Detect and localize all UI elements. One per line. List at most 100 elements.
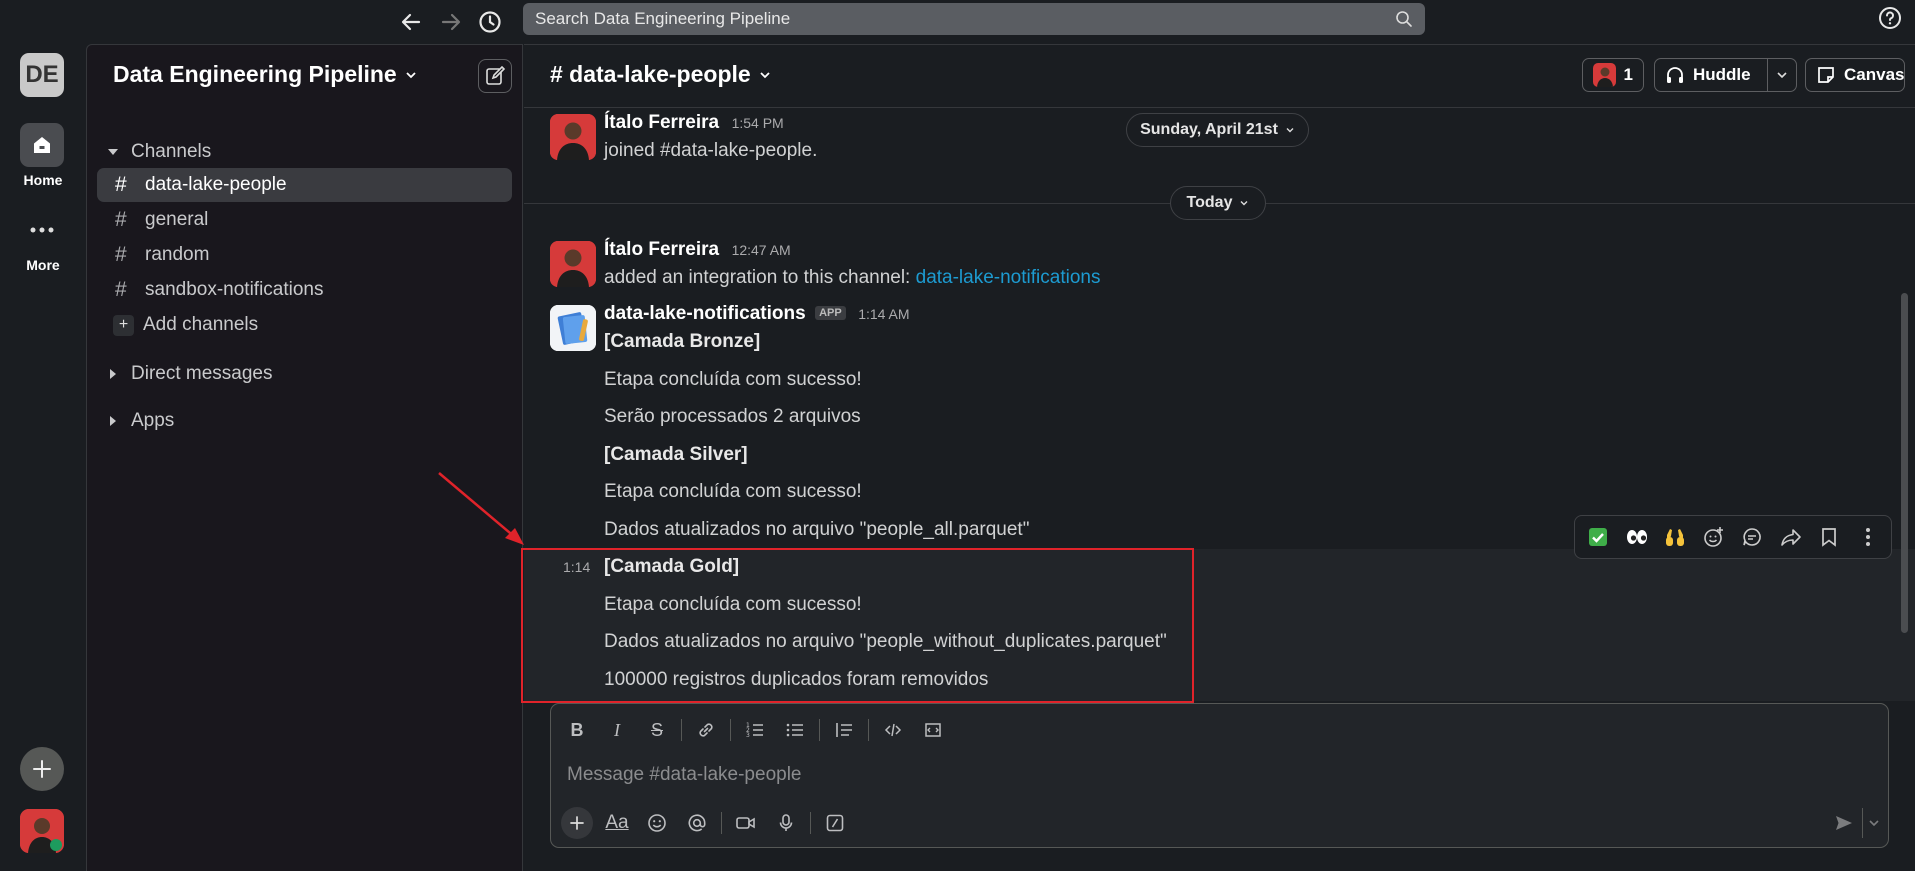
message-timestamp[interactable]: 1:54 PM bbox=[732, 115, 784, 131]
message-header: Ítalo Ferreira 12:47 AM bbox=[604, 239, 791, 261]
slash-command-icon[interactable] bbox=[819, 807, 851, 839]
more-label[interactable]: More bbox=[0, 257, 86, 273]
caret-right-icon bbox=[107, 368, 119, 380]
toolbar-divider bbox=[810, 812, 811, 834]
plus-icon[interactable] bbox=[20, 747, 64, 791]
integration-link[interactable]: data-lake-notifications bbox=[916, 267, 1101, 288]
channel-label: sandbox-notifications bbox=[145, 279, 324, 300]
apps-section-header[interactable]: Apps bbox=[107, 410, 174, 432]
message-author[interactable]: Ítalo Ferreira bbox=[604, 239, 719, 260]
workspace-name-button[interactable]: Data Engineering Pipeline bbox=[113, 61, 417, 88]
canvas-icon bbox=[1816, 65, 1836, 85]
app-avatar[interactable] bbox=[550, 305, 596, 351]
top-bar: Search Data Engineering Pipeline bbox=[0, 0, 1915, 44]
link-icon[interactable] bbox=[690, 714, 722, 746]
message-header: Ítalo Ferreira 1:54 PM bbox=[604, 112, 784, 134]
more-actions-icon[interactable] bbox=[1853, 522, 1883, 552]
code-block-icon[interactable] bbox=[917, 714, 949, 746]
toolbar-divider bbox=[819, 719, 820, 741]
svg-text:3: 3 bbox=[746, 732, 750, 739]
message-line: [Camada Silver] bbox=[604, 444, 748, 465]
blockquote-icon[interactable] bbox=[828, 714, 860, 746]
date-label: Sunday, April 21st bbox=[1140, 121, 1278, 138]
channel-label: data-lake-people bbox=[145, 174, 287, 195]
scrollbar[interactable] bbox=[1901, 293, 1908, 633]
date-divider-pill[interactable]: Sunday, April 21st bbox=[1126, 113, 1309, 147]
eyes-reaction-icon[interactable] bbox=[1622, 522, 1652, 552]
canvas-button[interactable]: Canvas bbox=[1805, 58, 1905, 92]
sidebar-item-random[interactable]: # random bbox=[97, 238, 512, 272]
ordered-list-icon[interactable]: 123 bbox=[739, 714, 771, 746]
members-button[interactable]: 1 bbox=[1582, 58, 1644, 92]
compose-icon[interactable] bbox=[478, 59, 512, 93]
home-label[interactable]: Home bbox=[0, 172, 86, 188]
direct-messages-label: Direct messages bbox=[131, 363, 273, 384]
sidebar-item-data-lake-people[interactable]: # data-lake-people bbox=[97, 168, 512, 202]
message-line: Dados atualizados no arquivo "people_all… bbox=[604, 519, 1030, 540]
sidebar-item-sandbox-notifications[interactable]: # sandbox-notifications bbox=[97, 273, 512, 307]
mention-icon[interactable] bbox=[681, 807, 713, 839]
check-reaction-icon[interactable] bbox=[1583, 522, 1613, 552]
hash-icon: # bbox=[115, 243, 127, 266]
strikethrough-icon[interactable]: S bbox=[641, 714, 673, 746]
bookmark-icon[interactable] bbox=[1814, 522, 1844, 552]
forward-icon[interactable] bbox=[1776, 522, 1806, 552]
user-avatar[interactable] bbox=[20, 809, 64, 853]
message-line: [Camada Bronze] bbox=[604, 331, 761, 352]
formatting-toolbar: B I S 123 bbox=[561, 714, 957, 746]
plus-icon[interactable] bbox=[561, 807, 593, 839]
home-icon[interactable] bbox=[20, 123, 64, 167]
app-badge: APP bbox=[815, 306, 846, 320]
back-arrow-icon[interactable] bbox=[395, 6, 427, 38]
today-divider-pill[interactable]: Today bbox=[1170, 186, 1266, 220]
chevron-down-icon bbox=[1239, 198, 1249, 208]
workspace-avatar[interactable]: DE bbox=[20, 53, 64, 97]
headphones-icon bbox=[1665, 65, 1685, 85]
emoji-icon[interactable] bbox=[641, 807, 673, 839]
message-author[interactable]: data-lake-notifications bbox=[604, 303, 806, 324]
help-icon[interactable] bbox=[1878, 6, 1902, 30]
huddle-options-button[interactable] bbox=[1767, 58, 1797, 92]
forward-arrow-icon[interactable] bbox=[435, 6, 467, 38]
message-line: Serão processados 2 arquivos bbox=[604, 406, 861, 427]
search-placeholder: Search Data Engineering Pipeline bbox=[535, 9, 791, 28]
add-channels-button[interactable]: + Add channels bbox=[97, 308, 512, 342]
message-line: Etapa concluída com sucesso! bbox=[604, 481, 862, 502]
more-icon[interactable] bbox=[20, 208, 64, 252]
message-timestamp[interactable]: 12:47 AM bbox=[732, 242, 791, 258]
add-reaction-icon[interactable] bbox=[1699, 522, 1729, 552]
video-icon[interactable] bbox=[730, 807, 762, 839]
bold-icon[interactable]: B bbox=[561, 714, 593, 746]
direct-messages-section-header[interactable]: Direct messages bbox=[107, 363, 273, 385]
toolbar-divider bbox=[868, 719, 869, 741]
message-author[interactable]: Ítalo Ferreira bbox=[604, 112, 719, 133]
history-icon[interactable] bbox=[474, 6, 506, 38]
user-avatar[interactable] bbox=[550, 241, 596, 287]
chevron-down-icon bbox=[759, 69, 771, 81]
channels-header-label: Channels bbox=[131, 141, 212, 162]
channels-section-header[interactable]: Channels bbox=[107, 141, 211, 163]
italic-icon[interactable]: I bbox=[601, 714, 633, 746]
raised-hands-reaction-icon[interactable] bbox=[1660, 522, 1690, 552]
hash-icon: # bbox=[115, 278, 127, 301]
user-avatar[interactable] bbox=[550, 114, 596, 160]
send-icon[interactable] bbox=[1829, 808, 1859, 838]
date-label: Today bbox=[1186, 194, 1233, 211]
message-actions-toolbar bbox=[1574, 515, 1892, 559]
reply-thread-icon[interactable] bbox=[1737, 522, 1767, 552]
channel-title-button[interactable]: # data-lake-people bbox=[550, 61, 771, 88]
canvas-label: Canvas bbox=[1844, 65, 1905, 84]
text-format-icon[interactable]: Aa bbox=[601, 807, 633, 839]
message-input[interactable]: Message #data-lake-people bbox=[567, 764, 802, 786]
chevron-down-icon[interactable] bbox=[1862, 808, 1885, 838]
integration-text: added an integration to this channel: bbox=[604, 267, 916, 288]
huddle-button[interactable]: Huddle bbox=[1654, 58, 1768, 92]
bullet-list-icon[interactable] bbox=[779, 714, 811, 746]
search-input[interactable]: Search Data Engineering Pipeline bbox=[523, 3, 1425, 35]
microphone-icon[interactable] bbox=[770, 807, 802, 839]
message-text: added an integration to this channel: da… bbox=[604, 267, 1100, 289]
sidebar-item-general[interactable]: # general bbox=[97, 203, 512, 237]
annotation-arrow-icon bbox=[438, 472, 524, 545]
message-timestamp[interactable]: 1:14 AM bbox=[858, 306, 909, 322]
code-icon[interactable] bbox=[877, 714, 909, 746]
